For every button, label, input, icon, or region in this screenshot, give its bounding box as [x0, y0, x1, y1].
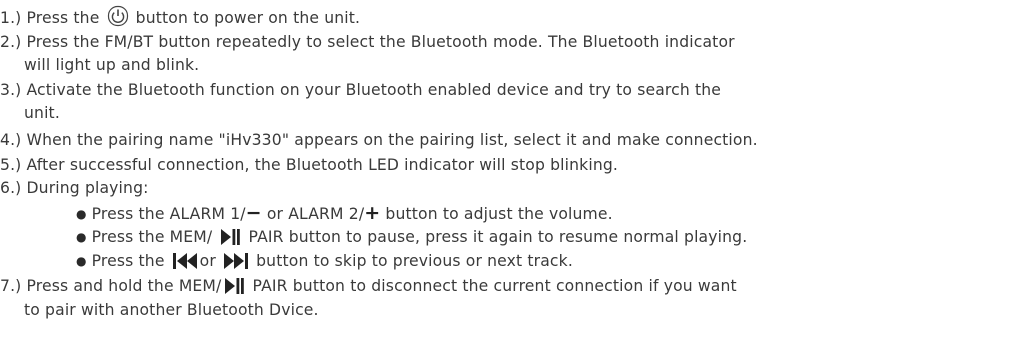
step-5: 5.) After successful connection, the Blu… [0, 156, 619, 174]
step-2-line-1: 2.) Press the FM/BT button repeatedly to… [0, 33, 735, 51]
bullet-skip-text-c: button to skip to previous or next track… [251, 252, 573, 270]
minus-icon: − [245, 202, 262, 224]
previous-track-icon [172, 252, 198, 270]
step-2-line-2: will light up and blink. [24, 56, 200, 74]
bullet-volume-text-a: Press the ALARM 1/ [91, 205, 246, 223]
step-4: 4.) When the pairing name "iHv330" appea… [0, 131, 758, 149]
step-1: 1.) Press the button to power on the uni… [0, 5, 360, 28]
bullet-pause-text-a: Press the MEM/ [91, 228, 218, 246]
step-7-line-2: to pair with another Bluetooth Dvice. [24, 301, 319, 319]
bullet-pause-text-b: PAIR button to pause, press it again to … [243, 228, 748, 246]
bullet-volume-text-b: or ALARM 2/ [261, 205, 365, 223]
step-3-line-2: unit. [24, 104, 60, 122]
play-pause-icon [219, 228, 241, 246]
bullet-skip-text-b: or [199, 252, 222, 270]
step-7-text-b: PAIR button to disconnect the current co… [247, 277, 737, 295]
step-1-text-b: button to power on the unit. [130, 9, 361, 27]
bullet-dot: ● [76, 230, 87, 244]
power-icon [107, 5, 129, 27]
plus-icon: + [364, 202, 381, 224]
step-6-bullet-pause: ● Press the MEM/ PAIR button to pause, pr… [76, 227, 747, 248]
step-3-line-1: 3.) Activate the Bluetooth function on y… [0, 81, 722, 99]
step-6-heading: 6.) During playing: [0, 179, 149, 197]
play-pause-icon [223, 277, 245, 295]
step-7-line-1: 7.) Press and hold the MEM/ PAIR button … [0, 276, 737, 296]
step-6-bullet-skip: ● Press the or button to skip to previous… [76, 251, 573, 272]
next-track-icon [223, 252, 249, 270]
step-1-text-a: 1.) Press the [0, 9, 105, 27]
bullet-dot: ● [76, 207, 87, 221]
bullet-volume-text-c: button to adjust the volume. [380, 205, 613, 223]
instruction-document: 1.) Press the button to power on the uni… [0, 0, 1011, 337]
step-7-text-a: 7.) Press and hold the MEM/ [0, 277, 222, 295]
step-6-bullet-volume: ● Press the ALARM 1/− or ALARM 2/+ button… [76, 203, 613, 225]
bullet-skip-text-a: Press the [91, 252, 170, 270]
bullet-dot: ● [76, 254, 87, 268]
